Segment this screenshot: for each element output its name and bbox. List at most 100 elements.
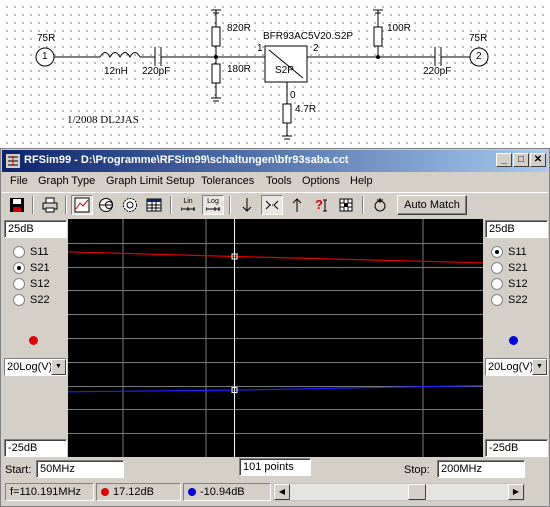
points-field[interactable]: 101 points <box>239 458 311 476</box>
right-scale-value: 20Log(V) <box>488 361 534 373</box>
left-radio-s12[interactable]: S12 <box>13 277 50 291</box>
radio-label: S11 <box>508 246 527 258</box>
smith-chart-icon[interactable] <box>95 195 117 215</box>
radio-label: S21 <box>508 262 528 274</box>
red-trace-status: 17.12dB <box>96 483 181 501</box>
port2-number: 2 <box>475 51 483 62</box>
port2-impedance: 75R <box>468 33 489 44</box>
left-bottom-limit-field[interactable]: -25dB <box>4 439 67 457</box>
radio-button[interactable] <box>13 278 25 290</box>
radio-label: S22 <box>30 294 50 306</box>
radio-button[interactable] <box>491 294 503 306</box>
cursor-icon[interactable] <box>369 195 391 215</box>
left-scale-select[interactable]: 20Log(V) ▼ <box>4 358 67 376</box>
graph-area[interactable] <box>67 219 484 457</box>
menu-file[interactable]: File <box>10 175 28 187</box>
radio-button[interactable] <box>13 262 25 274</box>
svg-text:?: ? <box>315 197 323 212</box>
r820-label: 820R <box>226 23 252 34</box>
app-icon <box>6 154 20 168</box>
resistor-100r-symbol <box>373 26 383 47</box>
radio-label: S12 <box>508 278 528 290</box>
lin-scale-icon[interactable]: Lin <box>177 195 199 215</box>
device-box-label: S2P <box>275 65 294 76</box>
device-label: BFR93AC5V20.S2P <box>262 31 355 42</box>
blue-dot-icon <box>188 488 196 496</box>
inductor-symbol <box>99 52 141 59</box>
save-icon[interactable] <box>6 195 28 215</box>
radio-label: S11 <box>30 246 49 258</box>
radio-button[interactable] <box>491 262 503 274</box>
rect-graph-icon[interactable] <box>71 195 93 215</box>
polar-chart-icon[interactable] <box>119 195 141 215</box>
chevron-down-icon[interactable]: ▼ <box>532 359 547 375</box>
right-scale-select[interactable]: 20Log(V) ▼ <box>485 358 548 376</box>
title-bar[interactable]: RFSim99 - D:\Programme\RFSim99\schaltung… <box>2 150 548 172</box>
table-icon[interactable] <box>143 195 165 215</box>
puzzle-icon[interactable] <box>335 195 357 215</box>
help-icon[interactable]: ? <box>311 195 333 215</box>
resistor-4r7-symbol <box>282 103 292 124</box>
maximize-button[interactable]: □ <box>513 153 529 167</box>
radio-label: S12 <box>30 278 50 290</box>
minimize-button[interactable]: _ <box>496 153 512 167</box>
inductor-label: 12nH <box>103 66 129 77</box>
right-radio-s22[interactable]: S22 <box>491 293 528 307</box>
pin2-label: 2 <box>313 43 319 54</box>
menu-help[interactable]: Help <box>350 175 373 187</box>
right-radio-s11[interactable]: S11 <box>491 245 527 259</box>
left-radio-s22[interactable]: S22 <box>13 293 50 307</box>
radio-button[interactable] <box>13 246 25 258</box>
log-scale-icon[interactable]: Log <box>202 195 224 215</box>
port1-impedance: 75R <box>36 33 57 44</box>
cap2-label: 220pF <box>422 66 453 77</box>
right-radio-s21[interactable]: S21 <box>491 261 528 275</box>
chevron-down-icon[interactable]: ▼ <box>51 359 66 375</box>
left-top-limit-field[interactable]: 25dB <box>4 220 67 238</box>
cap1-label: 220pF <box>141 66 172 77</box>
left-scale-value: 20Log(V) <box>7 361 53 373</box>
right-bottom-limit-field[interactable]: -25dB <box>485 439 548 457</box>
print-icon[interactable] <box>39 195 61 215</box>
menu-tolerances[interactable]: Tolerances <box>201 175 254 187</box>
blue-trace-status: -10.94dB <box>183 483 271 501</box>
rfsim-window: RFSim99 - D:\Programme\RFSim99\schaltung… <box>0 148 550 507</box>
left-radio-s21[interactable]: S21 <box>13 261 50 275</box>
menu-options[interactable]: Options <box>302 175 340 187</box>
r100-label: 100R <box>386 23 412 34</box>
radio-label: S22 <box>508 294 528 306</box>
stop-frequency-field[interactable]: 200MHz <box>437 460 525 478</box>
radio-button[interactable] <box>13 294 25 306</box>
auto-match-button[interactable]: Auto Match <box>397 195 467 215</box>
zoom-in-icon[interactable] <box>261 195 283 215</box>
arrow-down-icon[interactable] <box>236 195 258 215</box>
right-top-limit-field[interactable]: 25dB <box>485 220 548 238</box>
frequency-scrollbar[interactable]: ◀ ▶ <box>273 483 525 501</box>
radio-label: S21 <box>30 262 50 274</box>
r4r7-label: 4.7R <box>294 104 318 115</box>
left-trace-color-marker <box>29 336 38 345</box>
right-radio-s12[interactable]: S12 <box>491 277 528 291</box>
menu-tools[interactable]: Tools <box>266 175 292 187</box>
menu-graph-limit-setup[interactable]: Graph Limit Setup <box>106 175 195 187</box>
radio-button[interactable] <box>491 246 503 258</box>
toolbar: Lin Log ? Auto Match <box>2 192 548 216</box>
graph-svg <box>67 219 484 457</box>
left-radio-s11[interactable]: S11 <box>13 245 49 259</box>
start-label: Start: <box>5 464 32 476</box>
arrow-up-icon[interactable] <box>286 195 308 215</box>
blue-trace-readout: -10.94dB <box>200 486 245 498</box>
scroll-thumb[interactable] <box>408 484 426 500</box>
close-button[interactable]: ✕ <box>530 153 546 167</box>
schematic-canvas[interactable]: 1 2 75R 75R 12nH 220pF 220pF 820R 180R 1… <box>0 0 550 148</box>
scroll-right-icon[interactable]: ▶ <box>508 484 524 500</box>
red-trace-line <box>67 251 484 264</box>
red-trace-readout: 17.12dB <box>113 486 154 498</box>
menu-graph-type[interactable]: Graph Type <box>38 175 95 187</box>
right-trace-color-marker <box>509 336 518 345</box>
radio-button[interactable] <box>491 278 503 290</box>
resistor-180r-symbol <box>211 63 221 84</box>
start-frequency-field[interactable]: 50MHz <box>36 460 124 478</box>
pin1-label: 1 <box>257 43 263 54</box>
scroll-left-icon[interactable]: ◀ <box>274 484 290 500</box>
